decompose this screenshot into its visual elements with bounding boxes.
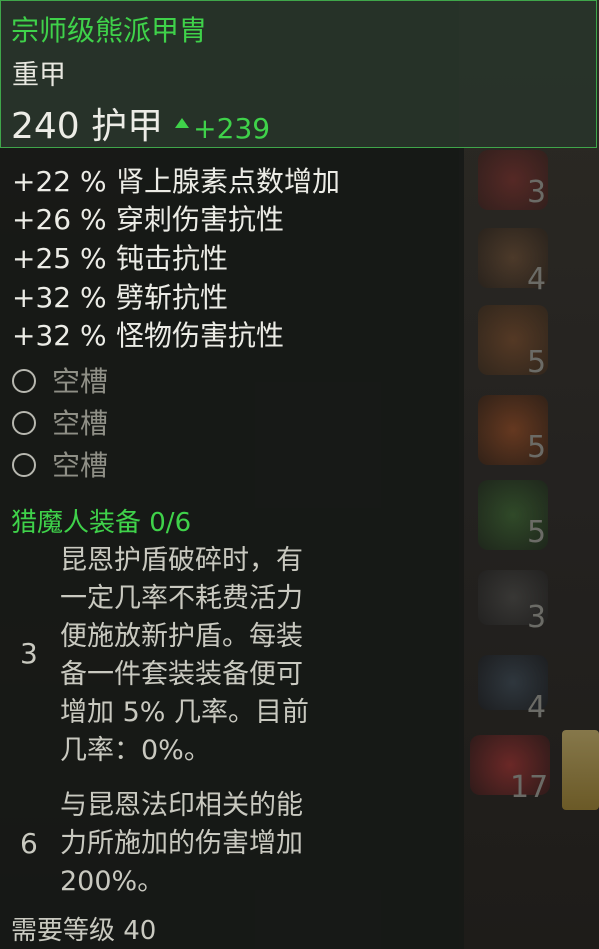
armor-row: 240 护甲 +239: [11, 97, 270, 149]
stat-value: +26 %: [12, 203, 107, 236]
stat-row: +22 % 肾上腺素点数增加: [12, 160, 340, 200]
stat-label: 肾上腺素点数增加: [116, 165, 341, 198]
stat-label: 劈斩抗性: [116, 281, 229, 314]
arrow-up-icon: [175, 118, 190, 128]
set-bonus-line: 200%。: [60, 866, 165, 897]
empty-slot: 空槽: [12, 360, 108, 400]
set-bonus-line: 昆恩护盾破碎时，有: [60, 545, 303, 576]
set-bonus-line: 与昆恩法印相关的能: [60, 790, 303, 821]
empty-slot-circle-icon: [12, 369, 36, 393]
set-bonus-line: 便施放新护盾。每装: [60, 621, 303, 652]
armor-delta: +239: [193, 112, 271, 145]
stat-row: +26 % 穿刺伤害抗性: [12, 198, 284, 238]
tooltip-header: 宗师级熊派甲胄 重甲 240 护甲 +239: [0, 0, 597, 148]
set-bonus-line: 几率：0%。: [60, 735, 211, 766]
stat-label: 穿刺伤害抗性: [116, 203, 285, 236]
set-bonus-pieces: 6: [20, 827, 38, 860]
stat-row: +32 % 劈斩抗性: [12, 276, 228, 316]
stat-value: +25 %: [12, 242, 107, 275]
stat-label: 钝击抗性: [116, 242, 229, 275]
set-bonus-line: 一定几率不耗费活力: [60, 583, 303, 614]
level-requirement: 需要等级 40: [11, 916, 157, 946]
stat-value: +32 %: [12, 281, 107, 314]
item-tooltip: 宗师级熊派甲胄 重甲 240 护甲 +239 +22 % 肾上腺素点数增加 +26 …: [0, 0, 599, 949]
empty-slot-label: 空槽: [52, 407, 109, 440]
empty-slot-label: 空槽: [52, 449, 109, 482]
empty-slot-circle-icon: [12, 453, 36, 477]
set-bonus-line: 备一件套装装备便可: [60, 659, 303, 690]
set-bonus-description: 昆恩护盾破碎时，有 一定几率不耗费活力 便施放新护盾。每装 备一件套装装备便可 …: [60, 542, 360, 770]
set-title: 猎魔人装备 0/6: [11, 508, 192, 538]
empty-slot-circle-icon: [12, 411, 36, 435]
set-bonus-description: 与昆恩法印相关的能 力所施加的伤害增加 200%。: [60, 787, 360, 901]
empty-slot: 空槽: [12, 402, 108, 442]
item-title: 宗师级熊派甲胄: [11, 14, 208, 47]
stat-value: +22 %: [12, 165, 107, 198]
set-bonus-line: 增加 5% 几率。目前: [60, 697, 309, 728]
stat-value: +32 %: [12, 319, 107, 352]
empty-slot: 空槽: [12, 444, 108, 484]
armor-value: 240 护甲: [11, 106, 164, 147]
empty-slot-label: 空槽: [52, 365, 109, 398]
stat-label: 怪物伤害抗性: [116, 319, 285, 352]
set-bonus-pieces: 3: [20, 637, 38, 670]
stat-row: +25 % 钝击抗性: [12, 237, 228, 277]
item-type: 重甲: [12, 60, 66, 91]
set-bonus-line: 力所施加的伤害增加: [60, 828, 303, 859]
stat-row: +32 % 怪物伤害抗性: [12, 314, 284, 354]
